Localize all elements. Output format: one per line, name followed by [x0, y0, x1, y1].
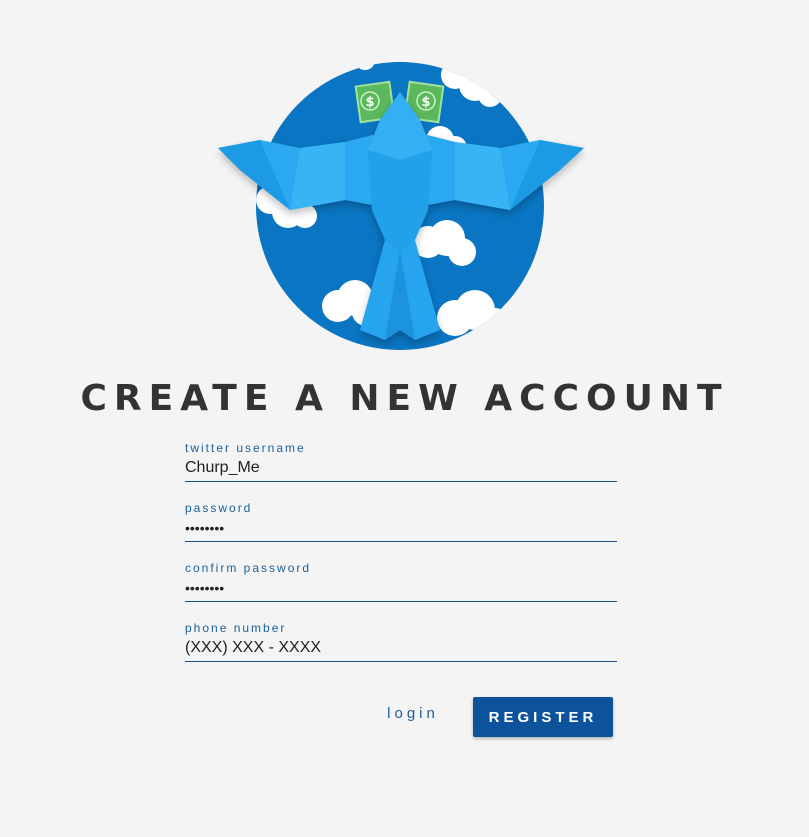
page-title: CREATE A NEW ACCOUNT: [80, 378, 729, 419]
username-field: twitter username: [185, 441, 617, 482]
confirm-password-field: confirm password: [185, 561, 617, 602]
svg-text:$: $: [421, 95, 430, 110]
svg-text:$: $: [365, 95, 374, 110]
login-link[interactable]: login: [372, 700, 454, 728]
password-input[interactable]: [185, 515, 617, 542]
phone-number-label: phone number: [185, 621, 287, 635]
phone-number-input[interactable]: [185, 635, 617, 662]
logo: $ $: [214, 60, 586, 355]
password-field: password: [185, 501, 617, 542]
username-label: twitter username: [185, 441, 306, 455]
confirm-password-label: confirm password: [185, 561, 312, 575]
password-label: password: [185, 501, 253, 515]
confirm-password-input[interactable]: [185, 575, 617, 602]
username-input[interactable]: [185, 455, 617, 482]
register-button[interactable]: REGISTER: [473, 697, 613, 737]
bird-logo-icon: $ $: [218, 62, 584, 350]
phone-number-field: phone number: [185, 621, 617, 662]
